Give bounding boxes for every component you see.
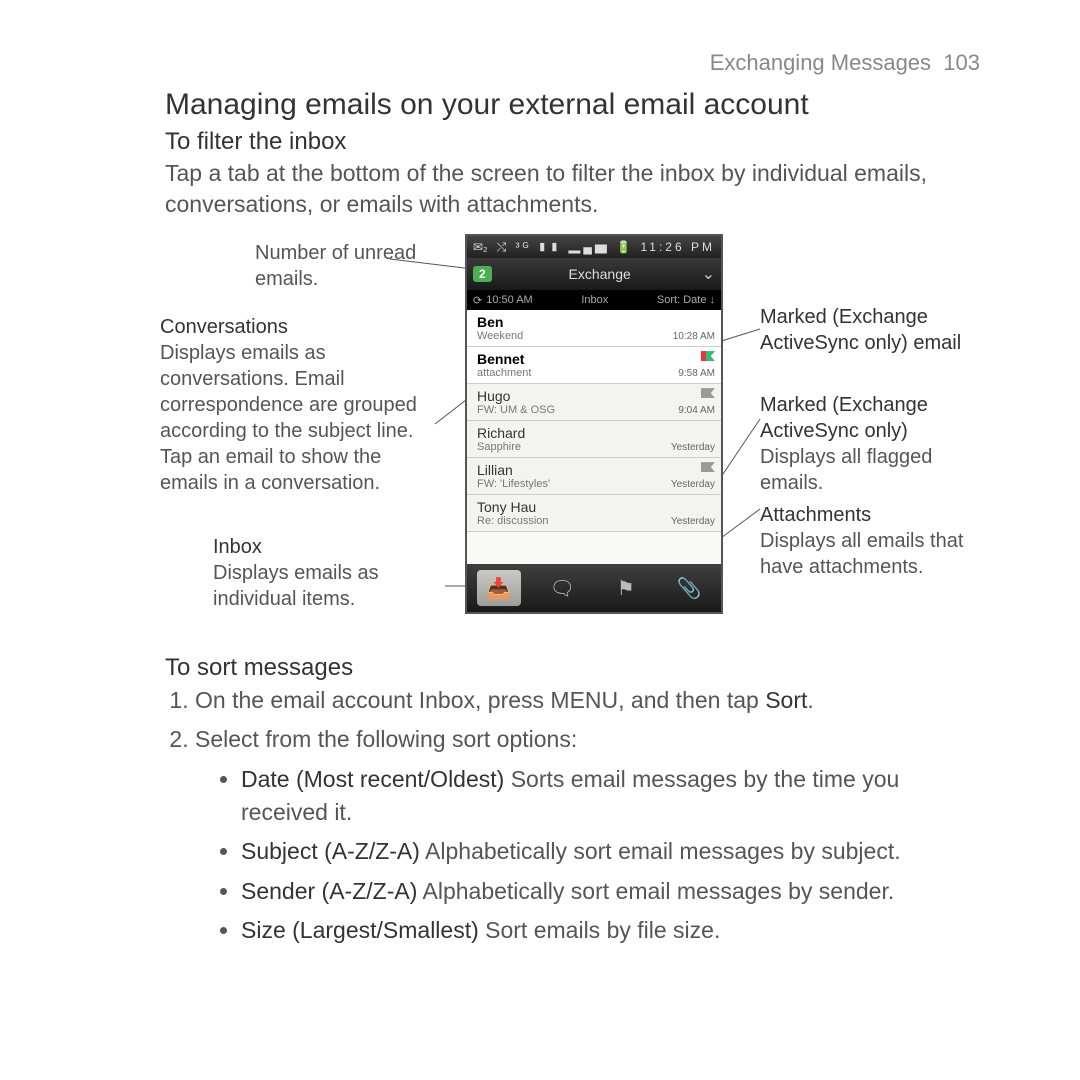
callout-attachments: Attachments Displays all emails that hav… — [760, 502, 1000, 580]
status-icons: ⤭ ³ᴳ ▮▮ ▂▄▆ 🔋 11:26 PM — [497, 240, 715, 255]
page-number: 103 — [943, 50, 980, 75]
callout-inbox: Inbox Displays emails as individual item… — [213, 534, 443, 612]
tab-inbox[interactable]: 📥 — [477, 570, 521, 606]
sort-indicator[interactable]: Sort: Date ↓ — [657, 294, 715, 306]
sender-name: Lillian — [477, 462, 715, 478]
sort-option: Date (Most recent/Oldest) Sorts email me… — [241, 763, 990, 830]
status-bar: ✉₂ ⤭ ³ᴳ ▮▮ ▂▄▆ 🔋 11:26 PM — [467, 236, 721, 258]
intro-text: Tap a tab at the bottom of the screen to… — [165, 158, 990, 220]
mail-row[interactable]: LillianFW: 'Lifestyles'Yesterday — [467, 458, 721, 495]
tab-attachments[interactable]: 📎 — [667, 570, 711, 606]
subsection-filter: To filter the inbox — [165, 128, 990, 156]
sort-option: Size (Largest/Smallest) Sort emails by f… — [241, 914, 990, 947]
time-label: 9:04 AM — [678, 405, 715, 416]
mail-list: BenWeekend10:28 AMBennetattachment9:58 A… — [467, 310, 721, 568]
sender-name: Tony Hau — [477, 499, 715, 515]
page-header: Exchanging Messages 103 — [710, 50, 980, 76]
time-label: Yesterday — [671, 516, 715, 527]
sub-bar: ⟳ 10:50 AM Inbox Sort: Date ↓ — [467, 290, 721, 310]
section-heading: Managing emails on your external email a… — [165, 88, 990, 122]
callout-marked-email: Marked (Exchange ActiveSync only) email — [760, 304, 990, 356]
step-2: Select from the following sort options: … — [195, 723, 990, 947]
chapter-name: Exchanging Messages — [710, 50, 931, 75]
unread-badge[interactable]: 2 — [473, 266, 492, 282]
time-label: 10:28 AM — [673, 331, 715, 342]
account-name[interactable]: Exchange — [498, 266, 702, 282]
steps-list: On the email account Inbox, press MENU, … — [195, 684, 990, 947]
phone-screenshot: ✉₂ ⤭ ³ᴳ ▮▮ ▂▄▆ 🔋 11:26 PM 2 Exchange ⌄ ⟳… — [465, 234, 723, 614]
sort-options: Date (Most recent/Oldest) Sorts email me… — [241, 763, 990, 948]
sender-name: Bennet — [477, 351, 715, 367]
subsection-sort: To sort messages — [165, 654, 990, 682]
mail-row[interactable]: BenWeekend10:28 AM — [467, 310, 721, 347]
mail-row[interactable]: Tony HauRe: discussionYesterday — [467, 495, 721, 532]
callout-conversations: Conversations Displays emails as convers… — [160, 314, 440, 496]
time-label: Yesterday — [671, 479, 715, 490]
mail-row[interactable]: RichardSapphireYesterday — [467, 421, 721, 458]
tab-conversations[interactable]: 🗨 — [540, 570, 584, 606]
mail-row[interactable]: Bennetattachment9:58 AM — [467, 347, 721, 384]
callout-unread: Number of unread emails. — [255, 240, 455, 292]
time-label: 9:58 AM — [678, 368, 715, 379]
sender-name: Hugo — [477, 388, 715, 404]
notification-icon: ✉₂ — [473, 240, 488, 254]
sender-name: Richard — [477, 425, 715, 441]
chevron-down-icon[interactable]: ⌄ — [702, 264, 715, 284]
step-1: On the email account Inbox, press MENU, … — [195, 684, 990, 717]
filter-tabbar: 📥 🗨 ⚑ 📎 — [467, 564, 721, 612]
folder-label[interactable]: Inbox — [533, 294, 657, 306]
title-bar: 2 Exchange ⌄ — [467, 258, 721, 290]
callout-marked-tab: Marked (Exchange ActiveSync only) Displa… — [760, 392, 1000, 496]
sender-name: Ben — [477, 314, 715, 330]
sort-option: Subject (A-Z/Z-A) Alphabetically sort em… — [241, 835, 990, 868]
refresh-icon[interactable]: ⟳ — [473, 294, 482, 307]
tab-marked[interactable]: ⚑ — [604, 570, 648, 606]
time-label: Yesterday — [671, 442, 715, 453]
refresh-time: 10:50 AM — [486, 294, 532, 306]
mail-row[interactable]: HugoFW: UM & OSG9:04 AM — [467, 384, 721, 421]
sort-option: Sender (A-Z/Z-A) Alphabetically sort ema… — [241, 875, 990, 908]
